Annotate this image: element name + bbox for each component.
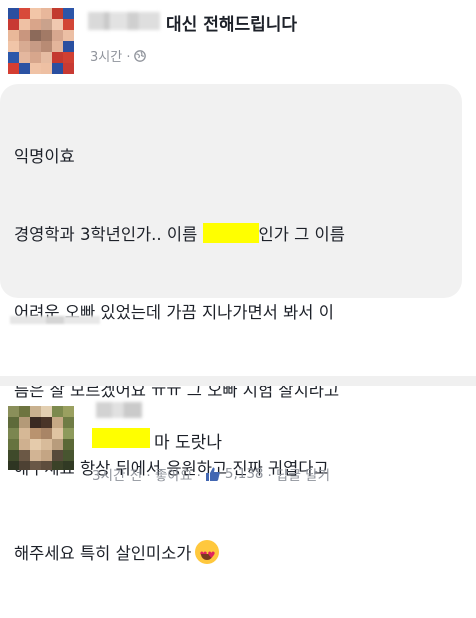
- message-line: 경영학과 3학년인가.. 이름 인가 그 이름: [14, 222, 454, 248]
- redacted-tag-highlight: [92, 428, 150, 448]
- page-name-link[interactable]: 대신 전해드립니다: [166, 10, 297, 35]
- reply-link[interactable]: · 답글 달기: [268, 464, 331, 484]
- blurred-name-prefix: [88, 12, 160, 30]
- page-avatar[interactable]: [8, 8, 74, 74]
- message-line: 해주세요 특히 살인미소가: [14, 540, 454, 569]
- blurred-commenter-name[interactable]: [96, 402, 142, 418]
- post-header: 대신 전해드립니다 3시간 ·: [0, 0, 476, 80]
- comment-time-and-like-link[interactable]: 3시간 전 · 좋아요 ·: [92, 464, 201, 484]
- post-message-text: 익명이효 경영학과 3학년인가.. 이름 인가 그 이름 어려운 오빠 있었는데…: [14, 92, 454, 618]
- section-divider: [0, 376, 476, 386]
- redacted-name-highlight: [202, 223, 259, 243]
- message-text: 경영학과 3학년인가.. 이름: [14, 225, 203, 244]
- post-timestamp[interactable]: 3시간 ·: [90, 46, 130, 65]
- heart-eyes-emoji-icon: [195, 540, 220, 569]
- cropped-reactions-row: [10, 316, 100, 324]
- globe-icon[interactable]: [134, 49, 147, 62]
- message-line: 익명이효: [14, 147, 75, 166]
- message-text: 인가 그 이름: [258, 225, 345, 244]
- comment-meta: 3시간 전 · 좋아요 · 5,138 · 답글 달기: [92, 464, 330, 484]
- comment-text: 마 도랏나: [154, 433, 222, 453]
- post-message-bubble: 익명이효 경영학과 3학년인가.. 이름 인가 그 이름 어려운 오빠 있었는데…: [0, 84, 462, 569]
- post-meta: 3시간 ·: [90, 46, 147, 65]
- thumbs-up-icon[interactable]: [205, 466, 221, 482]
- like-count[interactable]: 5,138: [225, 466, 264, 482]
- commenter-avatar[interactable]: [8, 406, 74, 470]
- message-text: 해주세요 특히 살인미소가: [14, 544, 192, 563]
